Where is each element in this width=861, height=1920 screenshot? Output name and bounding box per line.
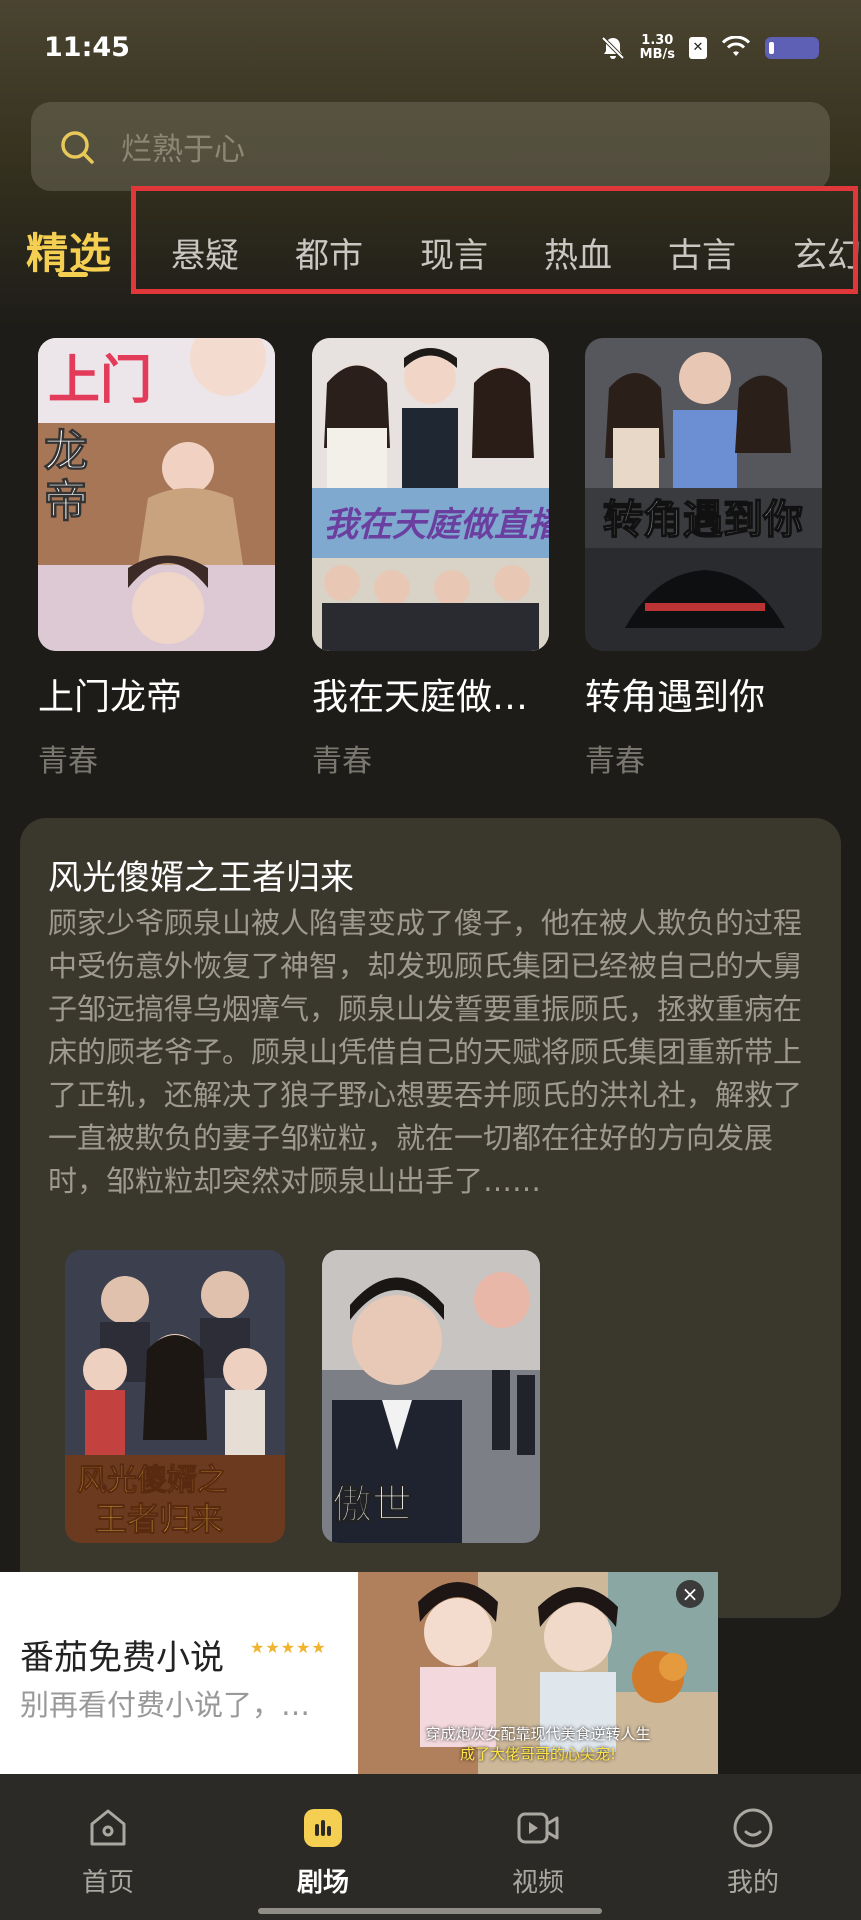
nav-video[interactable]: 视频 bbox=[468, 1774, 608, 1920]
featured-title: 风光傻婿之王者归来 bbox=[48, 858, 354, 898]
ad-rating-stars: ★★★★★ bbox=[250, 1638, 327, 1657]
nav-theater-label: 剧场 bbox=[296, 1868, 349, 1898]
svg-text:我在天庭做直播: 我在天庭做直播 bbox=[324, 505, 549, 545]
featured-description: 顾家少爷顾泉山被人陷害变成了傻子，他在被人欺负的过程中受伤意外恢复了神智，却发现… bbox=[48, 906, 803, 1198]
bottom-nav: 首页 剧场 视频 我的 bbox=[0, 1774, 861, 1920]
search-icon bbox=[61, 130, 94, 164]
nav-theater[interactable]: 剧场 bbox=[253, 1774, 393, 1920]
profile-icon bbox=[733, 1808, 773, 1848]
featured-poster[interactable]: 傲世 bbox=[322, 1250, 540, 1543]
drama-poster[interactable]: 转角遇到你 bbox=[585, 338, 822, 651]
poster-art: 转角遇到你 bbox=[585, 338, 822, 651]
featured-poster[interactable]: 风光傻婿之 王者归来 bbox=[65, 1250, 285, 1543]
theater-icon bbox=[304, 1809, 342, 1847]
drama-genre-tag: 青春 bbox=[585, 744, 645, 779]
status-time: 11:45 bbox=[44, 32, 130, 63]
drama-title[interactable]: 转角遇到你 bbox=[585, 668, 765, 720]
mute-bell-icon bbox=[601, 36, 625, 60]
ad-subtitle: 别再看付费小说了，… bbox=[20, 1688, 311, 1722]
search-placeholder: 烂熟于心 bbox=[121, 132, 245, 168]
drama-title[interactable]: 我在天庭做… bbox=[312, 668, 528, 720]
speed-value: 1.30 bbox=[641, 33, 674, 48]
search-bar[interactable]: 烂熟于心 bbox=[31, 102, 830, 191]
ad-caption-line1: 穿成炮灰女配靠现代美食逆转人生 bbox=[425, 1725, 651, 1743]
home-indicator[interactable] bbox=[258, 1908, 602, 1914]
svg-text:傲世: 傲世 bbox=[332, 1482, 412, 1528]
nav-profile[interactable]: 我的 bbox=[683, 1774, 823, 1920]
drama-poster[interactable]: 上门 龙 帝 bbox=[38, 338, 275, 651]
poster-art: 傲世 bbox=[322, 1250, 540, 1543]
drama-genre-tag: 青春 bbox=[38, 744, 98, 779]
svg-text:龙: 龙 bbox=[44, 426, 88, 477]
nav-video-label: 视频 bbox=[511, 1868, 564, 1898]
poster-art: 风光傻婿之 王者归来 bbox=[65, 1250, 285, 1543]
drama-poster[interactable]: 我在天庭做直播 bbox=[312, 338, 549, 651]
ad-image[interactable]: × 穿成炮灰女配靠现代美食逆转人生 成了大佬哥哥的心尖宠! bbox=[358, 1572, 718, 1774]
svg-text:风光傻婿之: 风光傻婿之 bbox=[77, 1463, 227, 1498]
status-icons: 1.30 MB/s ✕ bbox=[600, 34, 819, 62]
network-speed: 1.30 MB/s bbox=[640, 34, 675, 62]
ad-banner[interactable]: 番茄免费小说 ★★★★★ 别再看付费小说了，… × 穿成炮灰女配靠现代美食逆转人… bbox=[0, 1572, 718, 1774]
nav-home[interactable]: 首页 bbox=[38, 1774, 178, 1920]
home-icon bbox=[90, 1809, 126, 1846]
drama-genre-tag: 青春 bbox=[312, 744, 372, 779]
speed-unit: MB/s bbox=[639, 47, 675, 62]
poster-art: 我在天庭做直播 bbox=[312, 338, 549, 651]
app-notification-icon: ✕ bbox=[689, 37, 707, 59]
status-bar: 11:45 1.30 MB/s ✕ bbox=[0, 0, 861, 100]
tabs-highlight-box bbox=[131, 186, 858, 294]
drama-title[interactable]: 上门龙帝 bbox=[38, 668, 182, 720]
tab-active-indicator bbox=[58, 272, 88, 277]
svg-text:转角遇到你: 转角遇到你 bbox=[603, 497, 803, 543]
ad-caption: 穿成炮灰女配靠现代美食逆转人生 成了大佬哥哥的心尖宠! bbox=[358, 1724, 718, 1764]
ad-close-button[interactable]: × bbox=[676, 1580, 704, 1608]
svg-text:帝: 帝 bbox=[44, 476, 88, 527]
svg-text:王者归来: 王者归来 bbox=[95, 1500, 223, 1538]
ad-title: 番茄免费小说 bbox=[20, 1638, 224, 1678]
nav-profile-label: 我的 bbox=[726, 1868, 779, 1898]
ad-caption-line2: 成了大佬哥哥的心尖宠! bbox=[459, 1745, 616, 1763]
svg-text:上门: 上门 bbox=[48, 351, 152, 411]
battery-icon bbox=[765, 37, 819, 59]
video-icon bbox=[517, 1812, 559, 1844]
nav-home-label: 首页 bbox=[81, 1868, 134, 1898]
featured-drama-card[interactable]: 风光傻婿之王者归来 顾家少爷顾泉山被人陷害变成了傻子，他在被人欺负的过程中受伤意… bbox=[20, 818, 841, 1618]
poster-art: 上门 龙 帝 bbox=[38, 338, 275, 651]
wifi-icon bbox=[721, 36, 751, 56]
